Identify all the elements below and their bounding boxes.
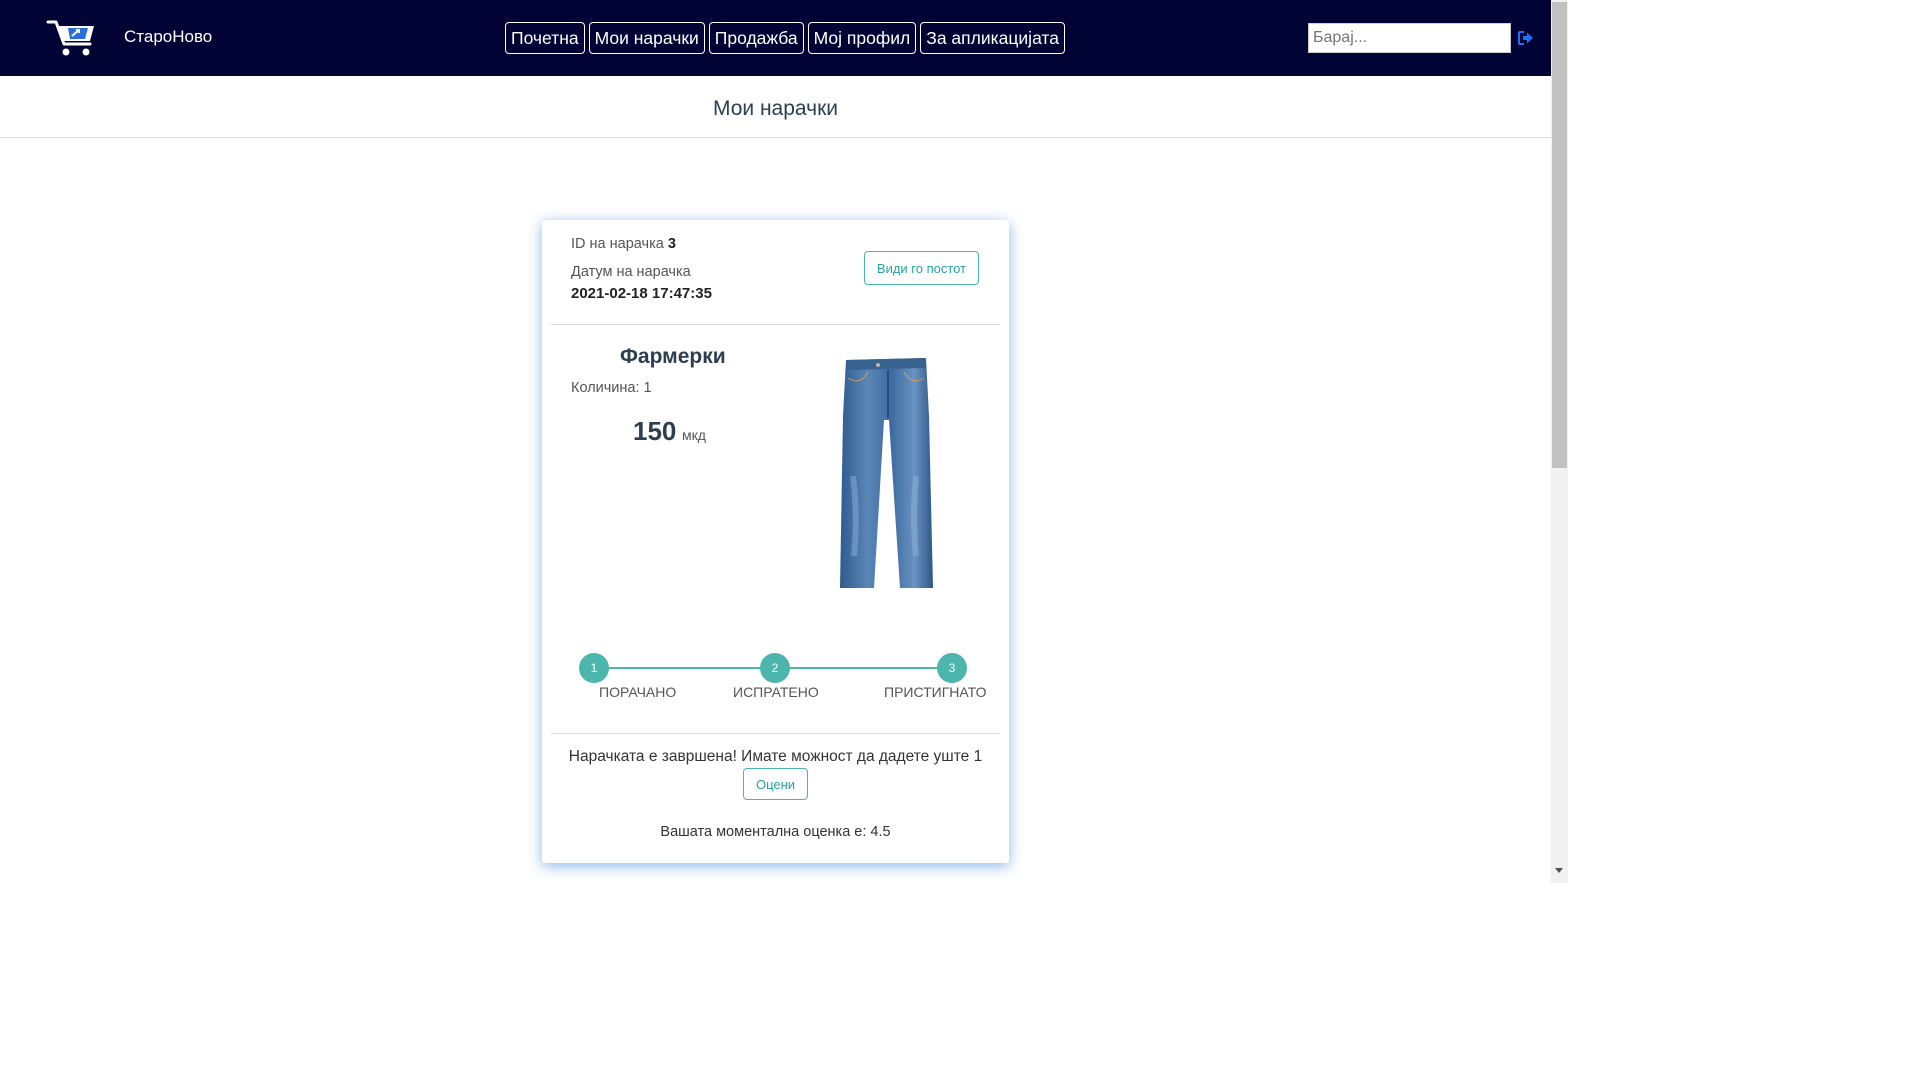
rate-button[interactable]: Оцени (743, 768, 808, 800)
step-ordered-circle: 1 (579, 653, 609, 683)
order-id-label: ID на нарачка (571, 236, 664, 252)
order-id: ID на нарачка 3 (571, 236, 676, 252)
main-nav: Почетна Мои нарачки Продажба Мој профил … (505, 22, 1065, 54)
nav-home-button[interactable]: Почетна (505, 22, 585, 54)
step-arrived-circle: 3 (937, 653, 967, 683)
order-date-value: 2021-02-18 17:47:35 (571, 285, 712, 302)
nav-my-orders-button[interactable]: Мои нарачки (588, 22, 705, 54)
view-post-button[interactable]: Види го постот (864, 251, 979, 285)
search-input[interactable] (1308, 23, 1511, 53)
sign-out-icon[interactable] (1517, 30, 1534, 46)
scrollbar-thumb[interactable] (1552, 2, 1567, 468)
scroll-down-arrow-icon[interactable] (1555, 868, 1563, 873)
product-quantity: Количина: 1 (571, 380, 652, 396)
page-title: Мои нарачки (712, 97, 838, 120)
nav-about-button[interactable]: За апликацијата (920, 22, 1065, 54)
card-divider-bottom (551, 733, 1000, 734)
order-id-value: 3 (667, 236, 676, 252)
navbar: СтароНово Почетна Мои нарачки Продажба М… (0, 0, 1551, 76)
nav-sell-button[interactable]: Продажба (708, 22, 804, 54)
step-ordered-label: ПОРАЧАНО (599, 684, 677, 700)
jeans-image (840, 358, 933, 588)
nav-my-profile-button[interactable]: Мој профил (807, 22, 917, 54)
step-shipped-circle: 2 (760, 653, 790, 683)
product-currency: мкд (682, 427, 706, 443)
current-rating-text: Вашата моментална оценка е: 4.5 (660, 824, 891, 840)
step-shipped-label: ИСПРАТЕНО (733, 684, 819, 700)
order-date-label: Датум на нарачка (571, 264, 691, 280)
shopping-cart-logo-icon[interactable] (46, 16, 98, 58)
brand-name[interactable]: СтароНово (124, 27, 212, 47)
product-name: Фармерки (620, 345, 726, 368)
page-scrollbar[interactable] (1551, 0, 1568, 883)
order-card: ID на нарачка 3 Датум на нарачка 2021-02… (542, 220, 1009, 863)
page-header: Мои нарачки (0, 76, 1551, 138)
product-price: 150 (633, 416, 677, 446)
card-divider-top (551, 324, 1000, 325)
step-arrived-label: ПРИСТИГНАТО (884, 684, 987, 700)
